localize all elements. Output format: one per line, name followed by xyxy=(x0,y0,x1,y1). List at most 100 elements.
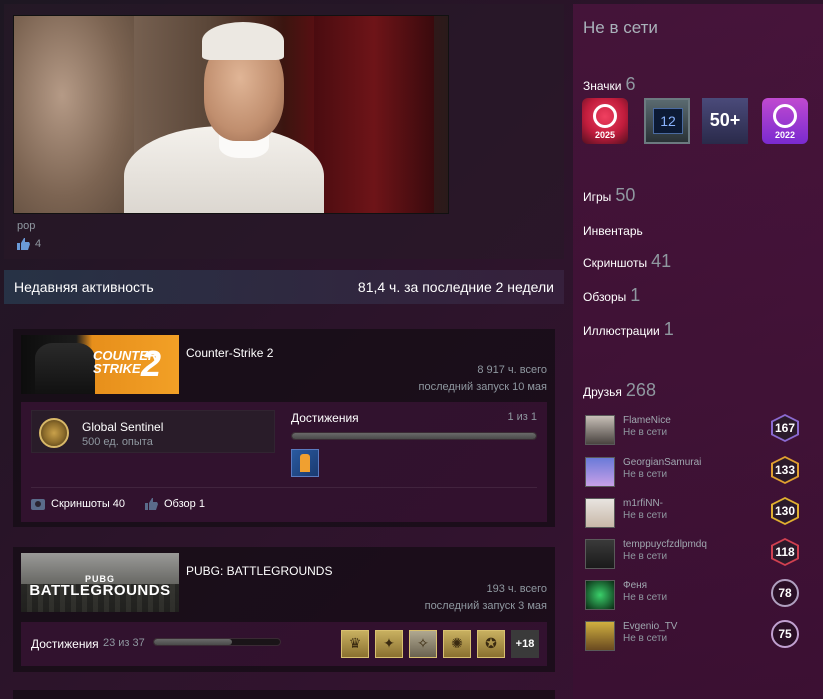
friend-item[interactable]: temppuycfzdlpmdq Не в сети 118 xyxy=(585,538,813,572)
achievement-trophy-icon[interactable]: ♛ xyxy=(341,630,369,658)
screenshots-link-label: Скриншоты 40 xyxy=(51,498,126,510)
friend-name: GeorgianSamurai xyxy=(623,457,702,468)
profile-sidebar: Не в сети Значки 6 2025 12 50+ 2022 Игры 5… xyxy=(573,4,823,699)
achievements-progress-bar xyxy=(153,638,281,646)
screenshots-link[interactable]: Скриншоты 40 xyxy=(31,498,125,510)
banner-logo: PUBG BATTLEGROUNDS xyxy=(21,574,179,599)
banner-logo-number: 2 xyxy=(141,343,162,384)
more-achievements-button[interactable]: +18 xyxy=(511,630,539,658)
achievements-label: Достижения xyxy=(291,411,359,425)
avatar xyxy=(585,621,615,651)
game-details-panel: Global Sentinel 500 ед. опыта Достижения… xyxy=(21,402,547,522)
friend-level: 130 xyxy=(774,504,796,518)
friend-item[interactable]: FlameNice Не в сети 167 xyxy=(585,414,813,448)
steam-2022-badge-icon[interactable]: 2022 xyxy=(762,98,808,144)
achievements-progress-fill xyxy=(292,433,536,439)
game-card-next xyxy=(13,690,555,699)
game-details-panel: Достижения 23 из 37 ♛ ✦ ✧ ✺ ✪ +18 xyxy=(21,622,547,666)
friend-level: 118 xyxy=(775,545,795,559)
screenshots-count: 41 xyxy=(651,251,672,271)
achievement-icon[interactable]: ✺ xyxy=(443,630,471,658)
achievements-label: Достижения xyxy=(31,637,99,651)
game-banner-pubg[interactable]: PUBG BATTLEGROUNDS xyxy=(21,553,179,612)
screenshot-likes[interactable]: 4 xyxy=(17,238,41,250)
friends-link[interactable]: Друзья 268 xyxy=(583,380,656,401)
friend-item[interactable]: Evgenio_TV Не в сети 75 xyxy=(585,620,813,654)
game-title[interactable]: Counter-Strike 2 xyxy=(186,346,273,360)
friend-item[interactable]: m1rfiNN- Не в сети 130 xyxy=(585,497,813,531)
achievements-count: 1 из 1 xyxy=(507,411,537,423)
friend-status: Не в сети xyxy=(623,633,668,644)
divider xyxy=(31,487,537,488)
likes-count: 4 xyxy=(35,238,42,250)
inventory-link[interactable]: Инвентарь xyxy=(583,224,643,238)
avatar xyxy=(585,457,615,487)
rank-xp: 500 ед. опыта xyxy=(82,436,153,448)
screenshots-link[interactable]: Скриншоты 41 xyxy=(583,251,671,272)
badges-count: 6 xyxy=(625,74,636,94)
games-link[interactable]: Игры 50 xyxy=(583,185,635,206)
screenshot-caption: pop xyxy=(17,220,36,232)
game-banner-cs2[interactable]: COUNTER STRIKE 2 xyxy=(21,335,179,394)
achievement-icon[interactable]: ✦ xyxy=(375,630,403,658)
artwork-count: 1 xyxy=(663,319,674,339)
friend-level: 78 xyxy=(778,586,792,600)
friend-name: Феня xyxy=(623,580,648,591)
level-50-badge-icon[interactable]: 50+ xyxy=(702,98,748,144)
badge-years: 12 xyxy=(653,108,683,134)
game-title[interactable]: PUBG: BATTLEGROUNDS xyxy=(186,564,332,578)
reviews-link[interactable]: Обзоры 1 xyxy=(583,285,640,306)
badges-link[interactable]: Значки 6 xyxy=(583,74,636,95)
games-count: 50 xyxy=(615,185,636,205)
rank-medal-icon xyxy=(39,418,69,448)
years-of-service-badge-icon[interactable]: 12 xyxy=(644,98,690,144)
achievement-icon[interactable]: ✪ xyxy=(477,630,505,658)
review-link[interactable]: Обзор 1 xyxy=(145,498,205,510)
badge-year: 2025 xyxy=(594,130,616,140)
friend-level-badge: 78 xyxy=(771,579,799,607)
friend-status: Не в сети xyxy=(623,427,668,438)
friend-status: Не в сети xyxy=(623,551,668,562)
reviews-count: 1 xyxy=(630,285,641,305)
avatar xyxy=(585,498,615,528)
friends-count: 268 xyxy=(625,380,656,400)
badge-year: 2022 xyxy=(774,130,796,140)
recent-activity-header: Недавняя активность 81,4 ч. за последние… xyxy=(4,270,564,304)
friend-status: Не в сети xyxy=(623,469,668,480)
main-column: pop 4 Недавняя активность 81,4 ч. за пос… xyxy=(0,0,565,699)
artwork-link[interactable]: Иллюстрации 1 xyxy=(583,319,674,340)
game-last-played: последний запуск 3 мая xyxy=(424,600,547,612)
games-label: Игры xyxy=(583,190,612,204)
badge-level: 50+ xyxy=(709,110,741,130)
screenshots-label: Скриншоты xyxy=(583,256,648,270)
achievement-icon[interactable] xyxy=(291,449,319,477)
rank-name: Global Sentinel xyxy=(82,420,164,434)
friend-status: Не в сети xyxy=(623,592,668,603)
showcase-screenshot[interactable] xyxy=(13,15,449,214)
steam-2025-badge-icon[interactable]: 2025 xyxy=(582,98,628,144)
friend-name: FlameNice xyxy=(623,415,671,426)
game-hours-total: 8 917 ч. всего xyxy=(477,364,547,376)
rank-box: Global Sentinel 500 ед. опыта xyxy=(31,410,275,453)
friend-level-badge: 130 xyxy=(771,497,799,525)
friend-level-badge: 75 xyxy=(771,620,799,648)
avatar xyxy=(585,539,615,569)
friend-status: Не в сети xyxy=(623,510,668,521)
friend-name: temppuycfzdlpmdq xyxy=(623,539,707,550)
friend-level-badge: 167 xyxy=(771,414,799,442)
game-hours-total: 193 ч. всего xyxy=(486,583,547,595)
friend-item[interactable]: Феня Не в сети 78 xyxy=(585,579,813,613)
game-card-cs2: COUNTER STRIKE 2 Counter-Strike 2 8 917 … xyxy=(13,329,555,527)
recent-activity-summary: 81,4 ч. за последние 2 недели xyxy=(357,279,554,295)
friend-item[interactable]: GeorgianSamurai Не в сети 133 xyxy=(585,456,813,490)
friend-level: 167 xyxy=(774,421,796,435)
achievements-progress-fill xyxy=(154,639,233,645)
achievement-icon[interactable]: ✧ xyxy=(409,630,437,658)
artwork-label: Иллюстрации xyxy=(583,324,660,338)
game-last-played: последний запуск 10 мая xyxy=(418,381,548,393)
achievements-count: 23 из 37 xyxy=(103,637,145,649)
badges-label: Значки xyxy=(583,79,622,93)
review-link-label: Обзор 1 xyxy=(164,498,205,510)
friends-label: Друзья xyxy=(583,385,622,399)
avatar xyxy=(585,580,615,610)
